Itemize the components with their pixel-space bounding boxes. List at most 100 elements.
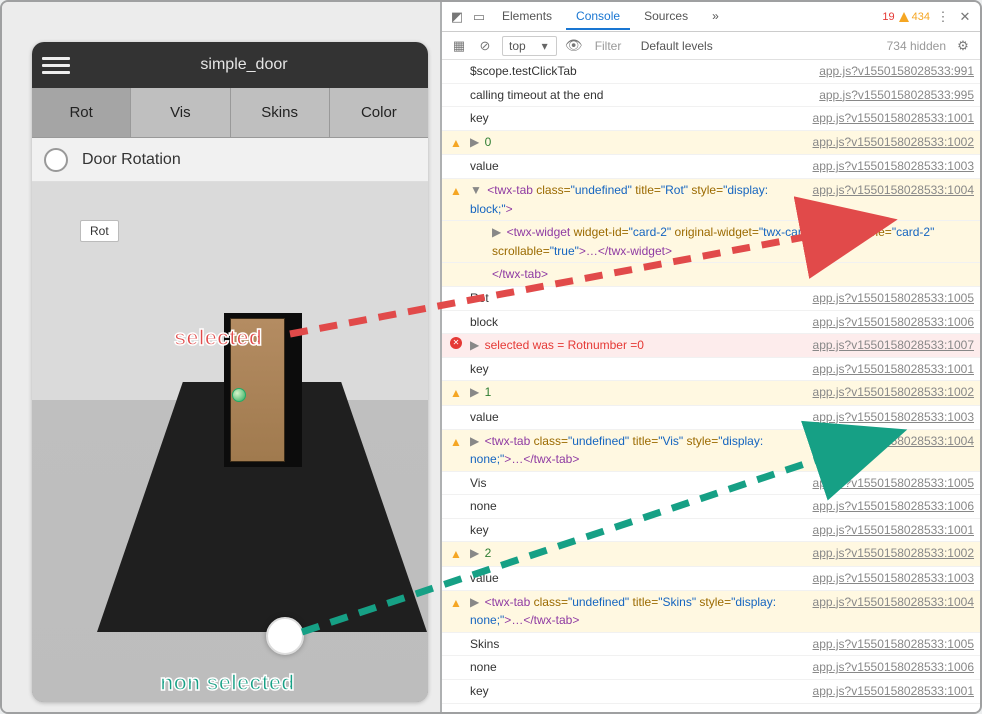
gutter (448, 109, 464, 110)
console-row[interactable]: Rot app.js?v1550158028533:1005 (442, 287, 980, 311)
dt-tab-console[interactable]: Console (566, 4, 630, 30)
console-message: ▶ 1 (470, 383, 799, 402)
gutter (448, 265, 464, 266)
source-link[interactable]: app.js?v1550158028533:991 (811, 62, 974, 81)
console-row[interactable]: noneapp.js?v1550158028533:1006 (442, 495, 980, 519)
source-link[interactable]: app.js?v1550158028533:1001 (805, 109, 974, 128)
source-link[interactable]: app.js?v1550158028533:1003 (805, 408, 974, 427)
console-row[interactable]: value app.js?v1550158028533:1003 (442, 155, 980, 179)
gutter (448, 635, 464, 636)
console-message: block (470, 313, 799, 332)
source-link[interactable]: app.js?v1550158028533:1002 (805, 544, 974, 563)
source-link[interactable]: app.js?v1550158028533:1005 (805, 474, 974, 493)
left-panel: simple_door Rot Vis Skins Color Door Rot… (2, 2, 440, 712)
dt-tab-elements[interactable]: Elements (492, 4, 562, 30)
console-row[interactable]: ▶ <twx-widget widget-id="card-2" origina… (442, 221, 980, 263)
levels-select[interactable]: Default levels (641, 39, 713, 53)
console-message: none (470, 658, 799, 677)
gutter (448, 157, 464, 158)
console-sidebar-icon[interactable]: ▦ (450, 37, 468, 55)
console-message: </twx-tab> (470, 265, 974, 284)
source-link[interactable]: app.js?v1550158028533:1001 (805, 682, 974, 701)
caret-icon[interactable]: ▶ (470, 385, 483, 399)
source-link[interactable]: app.js?v1550158028533:1003 (805, 157, 974, 176)
caret-icon[interactable]: ▶ (470, 338, 483, 352)
error-count[interactable]: ✕19 (868, 11, 894, 23)
close-icon[interactable]: ✕ (956, 8, 974, 26)
console-row[interactable]: ✕▶ selected was = Rotnumber =0app.js?v15… (442, 334, 980, 358)
source-link[interactable]: app.js?v1550158028533:1006 (805, 497, 974, 516)
caret-icon[interactable]: ▶ (492, 225, 505, 239)
console-message: Skins (470, 635, 799, 654)
source-link[interactable]: app.js?v1550158028533:995 (811, 86, 974, 105)
caret-icon[interactable]: ▶ (470, 595, 483, 609)
filter-input[interactable]: Filter (591, 37, 633, 55)
source-link[interactable]: app.js?v1550158028533:1006 (805, 658, 974, 677)
console-row[interactable]: Visapp.js?v1550158028533:1005 (442, 472, 980, 496)
caret-icon[interactable]: ▼ (470, 183, 485, 197)
source-link[interactable]: app.js?v1550158028533:1002 (805, 383, 974, 402)
hidden-count[interactable]: 734 hidden (887, 39, 946, 53)
source-link[interactable]: app.js?v1550158028533:1004 (805, 593, 974, 612)
source-link[interactable]: app.js?v1550158028533:1005 (805, 289, 974, 308)
devtools-panel: ◩ ▭ Elements Console Sources » ✕19 434 ⋮… (440, 2, 980, 712)
context-select[interactable]: top (502, 36, 557, 56)
source-link[interactable]: app.js?v1550158028533:1005 (805, 635, 974, 654)
clear-console-icon[interactable]: ⊘ (476, 37, 494, 55)
gutter (448, 682, 464, 683)
tab-color[interactable]: Color (330, 88, 428, 137)
console-row[interactable]: ▲▶ 0app.js?v1550158028533:1002 (442, 131, 980, 156)
source-link[interactable]: app.js?v1550158028533:1007 (805, 336, 974, 355)
source-link[interactable]: app.js?v1550158028533:1006 (805, 313, 974, 332)
console-row[interactable]: ▲▼ <twx-tab class="undefined" title="Rot… (442, 179, 980, 221)
console-row[interactable]: calling timeout at the endapp.js?v155015… (442, 84, 980, 108)
console-row[interactable]: keyapp.js?v1550158028533:1001 (442, 680, 980, 704)
kebab-icon[interactable]: ⋮ (934, 8, 952, 26)
console-row[interactable]: $scope.testClickTabapp.js?v1550158028533… (442, 60, 980, 84)
radio-icon[interactable] (44, 148, 68, 172)
source-link[interactable]: app.js?v1550158028533:1003 (805, 569, 974, 588)
console-row[interactable]: valueapp.js?v1550158028533:1003 (442, 567, 980, 591)
caret-icon[interactable]: ▶ (470, 546, 483, 560)
section-row[interactable]: Door Rotation (32, 138, 428, 182)
console-row[interactable]: block app.js?v1550158028533:1006 (442, 311, 980, 335)
console-row[interactable]: keyapp.js?v1550158028533:1001 (442, 107, 980, 131)
console-row[interactable]: ▲▶ 2app.js?v1550158028533:1002 (442, 542, 980, 567)
console-row[interactable]: none app.js?v1550158028533:1006 (442, 656, 980, 680)
console-row[interactable]: value app.js?v1550158028533:1003 (442, 406, 980, 430)
gear-icon[interactable]: ⚙ (954, 37, 972, 55)
tab-vis[interactable]: Vis (131, 88, 230, 137)
gutter (448, 62, 464, 63)
console-message: value (470, 408, 799, 427)
caret-icon[interactable]: ▶ (470, 135, 483, 149)
tab-rot[interactable]: Rot (32, 88, 131, 137)
caret-icon[interactable]: ▶ (470, 434, 483, 448)
tab-skins[interactable]: Skins (231, 88, 330, 137)
warning-count[interactable]: 434 (899, 11, 930, 23)
tab-bar: Rot Vis Skins Color (32, 88, 428, 138)
error-icon: ✕ (448, 336, 464, 349)
device-icon[interactable]: ▭ (470, 8, 488, 26)
source-link[interactable]: app.js?v1550158028533:1001 (805, 521, 974, 540)
inspect-icon[interactable]: ◩ (448, 8, 466, 26)
source-link[interactable]: app.js?v1550158028533:1002 (805, 133, 974, 152)
source-link[interactable]: app.js?v1550158028533:1004 (805, 181, 974, 200)
source-link[interactable]: app.js?v1550158028533:1001 (805, 360, 974, 379)
console-row[interactable]: ▲▶ <twx-tab class="undefined" title="Ski… (442, 591, 980, 633)
console-row[interactable]: keyapp.js?v1550158028533:1001 (442, 519, 980, 543)
source-link[interactable]: app.js?v1550158028533:1004 (805, 432, 974, 451)
live-expression-icon[interactable]: 👁 (565, 37, 583, 55)
console-row[interactable]: ▲▶ 1app.js?v1550158028533:1002 (442, 381, 980, 406)
menu-icon[interactable] (42, 51, 70, 79)
console-row[interactable]: </twx-tab> (442, 263, 980, 287)
dt-tab-sources[interactable]: Sources (634, 4, 698, 30)
viewport-3d[interactable] (32, 182, 428, 702)
console-message: value (470, 157, 799, 176)
console-message: Rot (470, 289, 799, 308)
console-row[interactable]: ▲▶ <twx-tab class="undefined" title="Vis… (442, 430, 980, 472)
console-row[interactable]: keyapp.js?v1550158028533:1001 (442, 358, 980, 382)
console-row[interactable]: Skins app.js?v1550158028533:1005 (442, 633, 980, 657)
dt-tab-more[interactable]: » (702, 4, 729, 30)
console-list[interactable]: $scope.testClickTabapp.js?v1550158028533… (442, 60, 980, 712)
gutter (448, 223, 464, 224)
